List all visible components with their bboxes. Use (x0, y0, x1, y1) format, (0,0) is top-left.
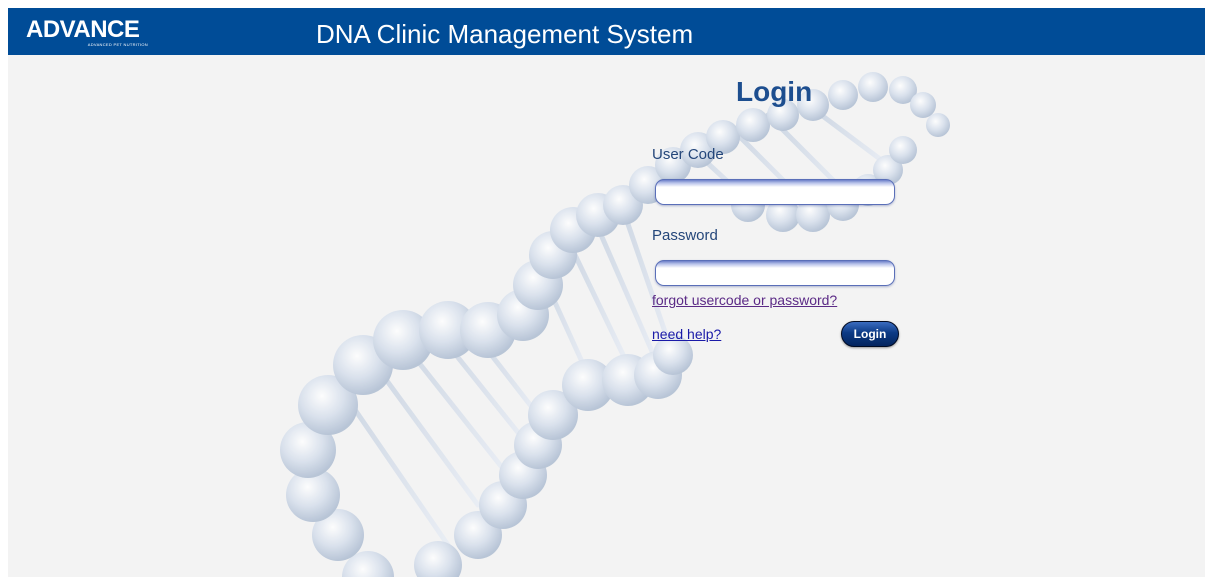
login-button[interactable]: Login (841, 321, 899, 347)
user-code-label: User Code (652, 146, 724, 163)
header-bar: ADVANCE ADVANCED PET NUTRITION DNA Clini… (8, 8, 1205, 55)
page-frame: ADVANCE ADVANCED PET NUTRITION DNA Clini… (8, 8, 1205, 577)
password-label: Password (652, 227, 718, 244)
password-input[interactable] (655, 260, 895, 286)
login-heading: Login (736, 76, 813, 107)
forgot-credentials-link[interactable]: forgot usercode or password? (652, 292, 837, 309)
user-code-input[interactable] (655, 179, 895, 205)
dna-helix-background (280, 72, 950, 577)
advance-logo: ADVANCE ADVANCED PET NUTRITION (26, 18, 148, 48)
app-title: DNA Clinic Management System (316, 19, 694, 49)
logo-wordmark: ADVANCE (26, 16, 140, 43)
need-help-link[interactable]: need help? (652, 326, 721, 343)
